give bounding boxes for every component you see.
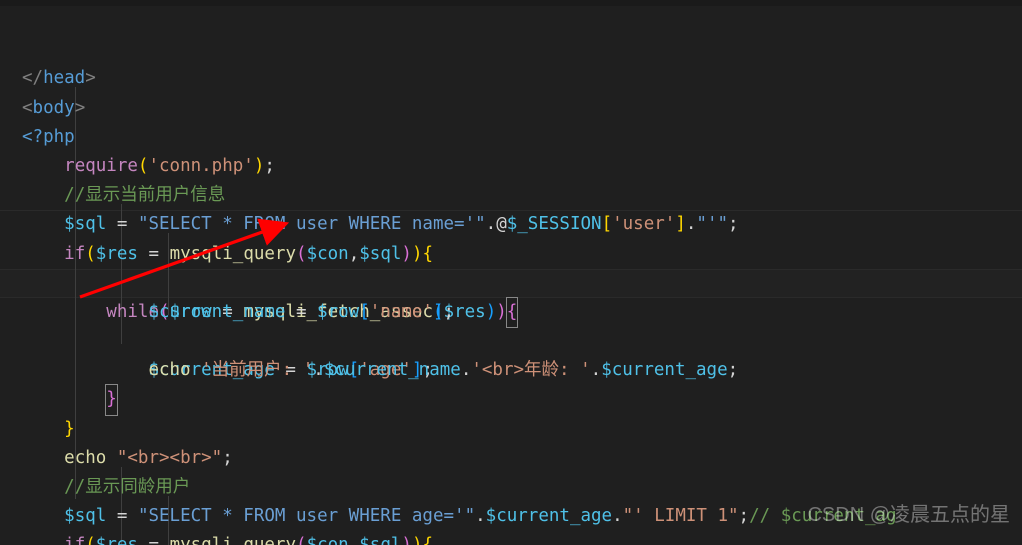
- current-line-highlight: [0, 268, 1022, 298]
- code-editor[interactable]: </head> <body> <?php require('conn.php')…: [0, 0, 1022, 545]
- code-line-current[interactable]: $current_age = $row['age'];: [0, 268, 1022, 380]
- code-lines[interactable]: </head> <body> <?php require('conn.php')…: [0, 6, 1022, 545]
- code-line[interactable]: }: [0, 327, 1022, 416]
- code-line[interactable]: </head>: [0, 6, 1022, 88]
- code-line[interactable]: <body>: [0, 35, 1022, 118]
